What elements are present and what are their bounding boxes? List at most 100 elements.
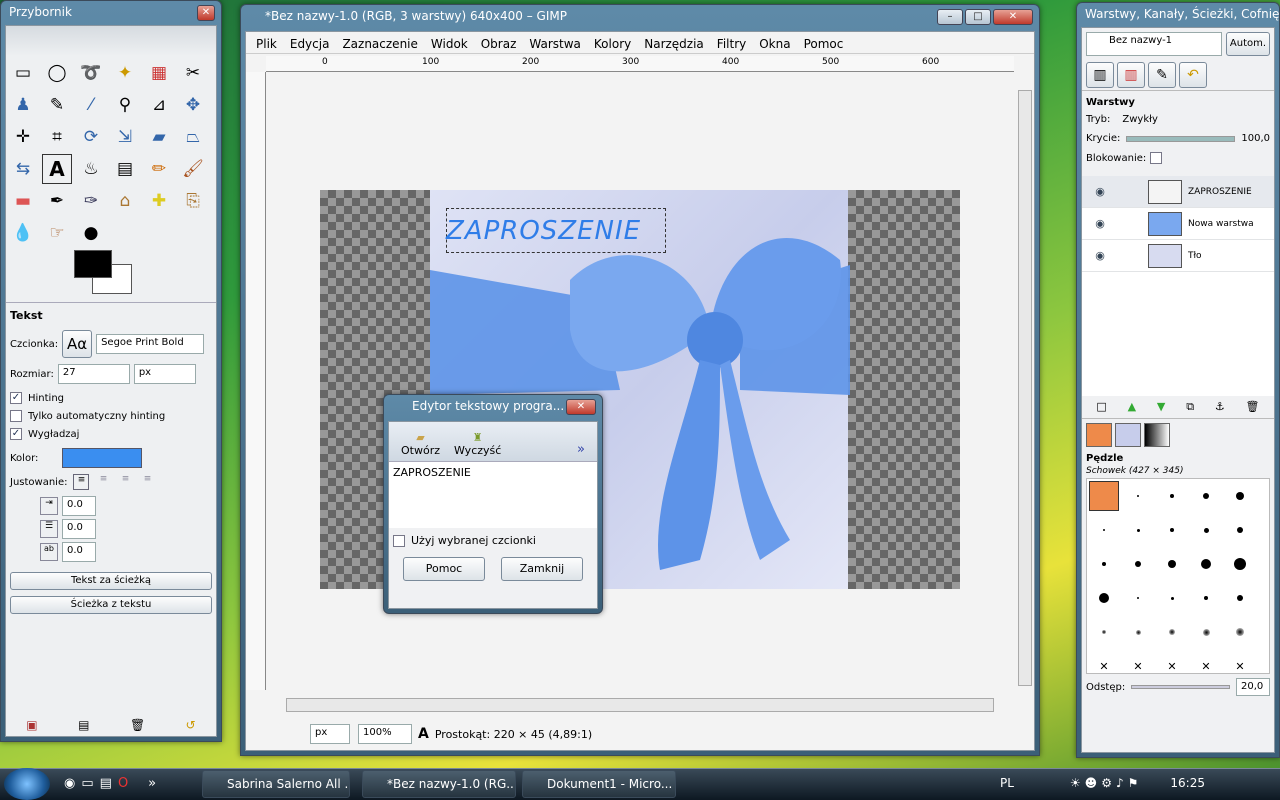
undo-tab-icon[interactable]: ↶	[1179, 62, 1207, 88]
menu-item-4[interactable]: Obraz	[481, 37, 517, 51]
brush-item[interactable]	[1223, 479, 1257, 513]
brush-item[interactable]	[1121, 547, 1155, 581]
delete-options-icon[interactable]: 🗑	[130, 718, 145, 732]
brush-item[interactable]	[1121, 581, 1155, 615]
rotate-icon[interactable]: ⟳	[76, 122, 106, 152]
menu-item-7[interactable]: Narzędzia	[644, 37, 704, 51]
unit-selector[interactable]: px	[310, 724, 350, 744]
horizontal-scrollbar[interactable]	[286, 698, 994, 712]
clear-icon[interactable]: ♜	[454, 431, 501, 444]
move-icon[interactable]: ✥	[178, 90, 208, 120]
brush-item[interactable]	[1087, 547, 1121, 581]
zoom-icon[interactable]: ⚲	[110, 90, 140, 120]
hinting-checkbox[interactable]: ✓	[10, 392, 22, 404]
open-folder-icon[interactable]: ▰	[401, 431, 440, 444]
menu-item-10[interactable]: Pomoc	[804, 37, 844, 51]
brush-item[interactable]	[1121, 615, 1155, 649]
brush-item[interactable]	[1189, 615, 1223, 649]
opacity-slider[interactable]	[1126, 135, 1236, 142]
font-preview-button[interactable]: Aα	[62, 330, 93, 358]
perspective-icon[interactable]: ⏢	[178, 122, 208, 152]
dialog-close-button[interactable]: ✕	[566, 399, 596, 415]
paintbrush-icon[interactable]: 🖌	[178, 154, 208, 184]
lasso-icon[interactable]: ➰	[76, 58, 106, 88]
letter-spacing-input[interactable]: 0.0	[62, 542, 96, 562]
menu-item-3[interactable]: Widok	[431, 37, 468, 51]
brush-item[interactable]: ✕	[1189, 649, 1223, 673]
airbrush-icon[interactable]: ✒	[42, 186, 72, 216]
taskbar-item-sabrina[interactable]: Sabrina Salerno All ...	[202, 770, 350, 798]
layer-row[interactable]: ◉ ZAPROSZENIE	[1082, 176, 1274, 208]
channels-tab-icon[interactable]: ▥	[1117, 62, 1145, 88]
justify-center-icon[interactable]: ≡	[117, 474, 133, 490]
duplicate-layer-icon[interactable]: ⧉	[1186, 400, 1194, 414]
smudge-icon[interactable]: ☞	[42, 218, 72, 248]
close-button[interactable]: ✕	[993, 9, 1033, 25]
open-button[interactable]: Otwórz	[401, 444, 440, 457]
brush-item[interactable]	[1155, 581, 1189, 615]
pencil-icon[interactable]: ✏	[144, 154, 174, 184]
brush-item[interactable]	[1223, 513, 1257, 547]
brush-item[interactable]	[1087, 581, 1121, 615]
text-along-path-button[interactable]: Tekst za ścieżką	[10, 572, 212, 590]
menu-item-0[interactable]: Plik	[256, 37, 277, 51]
brush-item[interactable]	[1087, 615, 1121, 649]
brush-item[interactable]	[1087, 479, 1121, 513]
maximize-button[interactable]: □	[965, 9, 991, 25]
scale-icon[interactable]: ⇲	[110, 122, 140, 152]
shear-icon[interactable]: ▰	[144, 122, 174, 152]
justify-right-icon[interactable]: ≡	[95, 474, 111, 490]
flip-icon[interactable]: ⇆	[8, 154, 38, 184]
brush-item[interactable]	[1121, 513, 1155, 547]
font-input[interactable]: Segoe Print Bold	[96, 334, 205, 354]
raise-layer-icon[interactable]: ▲	[1128, 400, 1136, 414]
new-layer-icon[interactable]: □	[1096, 400, 1106, 414]
brush-item[interactable]	[1223, 615, 1257, 649]
fuzzy-select-icon[interactable]: ✦	[110, 58, 140, 88]
use-font-checkbox[interactable]	[393, 535, 405, 547]
brush-item[interactable]	[1223, 581, 1257, 615]
menu-item-8[interactable]: Filtry	[717, 37, 746, 51]
language-indicator[interactable]: PL	[1000, 776, 1014, 790]
color-picker-icon[interactable]: ⁄	[76, 90, 106, 120]
unit-select[interactable]: px	[133, 364, 196, 384]
text-tool-icon[interactable]: A	[42, 154, 72, 184]
brush-item[interactable]	[1189, 513, 1223, 547]
image-selector[interactable]: Bez nazwy-1	[1086, 32, 1222, 56]
line-spacing-input[interactable]: 0.0	[62, 519, 96, 539]
scissors-icon[interactable]: ✂	[178, 58, 208, 88]
more-quick-launch-icon[interactable]: »	[148, 776, 156, 791]
eye-icon[interactable]: ◉	[1082, 249, 1118, 262]
taskbar-item-gimp[interactable]: *Bez nazwy-1.0 (RG...	[362, 770, 516, 798]
browser-icon[interactable]: ◉	[64, 776, 75, 791]
desktop-icon[interactable]: ▭	[81, 776, 93, 791]
brush-item[interactable]	[1155, 479, 1189, 513]
start-button[interactable]	[4, 768, 50, 800]
dodge-burn-icon[interactable]: ●	[76, 218, 106, 248]
foreground-color[interactable]	[74, 250, 112, 278]
canvas-area[interactable]: ZAPROSZENIE	[266, 72, 1014, 690]
rect-select-icon[interactable]: ▭	[8, 58, 38, 88]
measure-icon[interactable]: ⊿	[144, 90, 174, 120]
opacity-value[interactable]: 100,0	[1241, 133, 1270, 144]
brush-item[interactable]	[1189, 581, 1223, 615]
eraser-icon[interactable]: ▬	[8, 186, 38, 216]
menu-item-1[interactable]: Edycja	[290, 37, 330, 51]
brush-item[interactable]: ✕	[1155, 649, 1189, 673]
brush-item[interactable]: ✕	[1087, 649, 1121, 673]
spacing-input[interactable]: 20,0	[1236, 678, 1270, 696]
foreground-select-icon[interactable]: ♟	[8, 90, 38, 120]
paths-icon[interactable]: ✎	[42, 90, 72, 120]
clone-icon[interactable]: ⌂	[110, 186, 140, 216]
lock-alpha-checkbox[interactable]	[1150, 152, 1163, 164]
reset-options-icon[interactable]: ↺	[186, 718, 196, 732]
brush-item[interactable]	[1087, 513, 1121, 547]
brush-item[interactable]	[1189, 547, 1223, 581]
save-options-icon[interactable]: ▣	[26, 718, 37, 732]
anchor-layer-icon[interactable]: ⚓	[1215, 400, 1225, 414]
brush-item[interactable]	[1121, 479, 1155, 513]
layer-row[interactable]: ◉ Nowa warstwa	[1082, 208, 1274, 240]
more-toolbar-button[interactable]: »	[577, 442, 585, 457]
text-editor-area[interactable]: ZAPROSZENIE	[389, 462, 597, 528]
brushes-tab-icon[interactable]	[1086, 423, 1112, 447]
